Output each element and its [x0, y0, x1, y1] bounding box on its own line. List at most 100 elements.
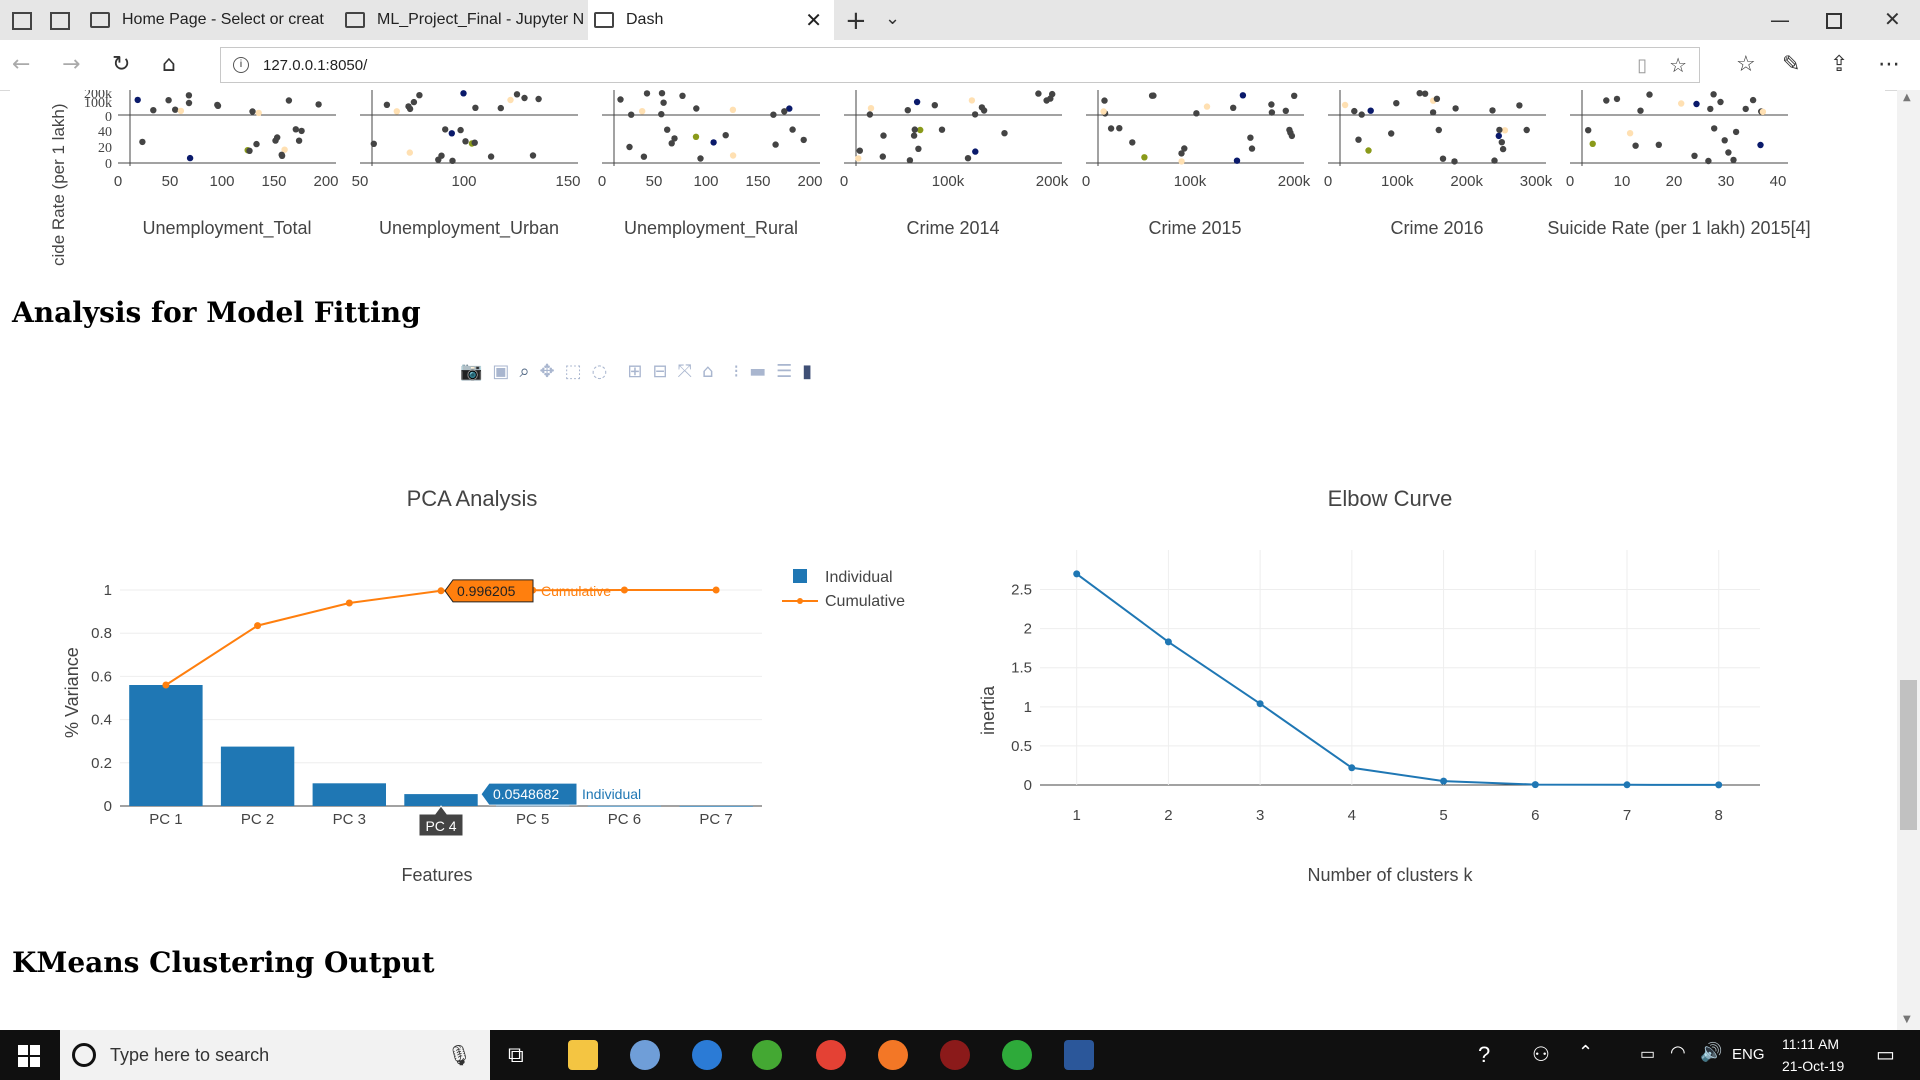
- restore-icon[interactable]: [1826, 13, 1842, 29]
- zoom-in-icon[interactable]: ⊞: [627, 361, 642, 382]
- elbow-point: [1073, 570, 1081, 578]
- camera-icon[interactable]: 📷: [460, 361, 482, 382]
- scatter-xtick: 40: [1770, 173, 1787, 190]
- scatter-xtick: 50: [352, 173, 369, 190]
- scatter-xtick: 100k: [1381, 173, 1414, 190]
- edge-icon[interactable]: [692, 1040, 722, 1070]
- scatter-point: [1711, 125, 1718, 132]
- elbow-line: [1076, 573, 1719, 786]
- scatter-point: [1193, 110, 1200, 117]
- more-icon[interactable]: ⋯: [1878, 52, 1900, 77]
- scatter-point: [1691, 152, 1698, 159]
- scatter-point: [1678, 100, 1685, 107]
- scatter-point: [1585, 127, 1592, 134]
- zoom-out-icon[interactable]: ⊟: [652, 361, 667, 382]
- spike-lines-icon[interactable]: ⁝: [733, 361, 739, 382]
- chevron-up-icon[interactable]: ⌃: [1578, 1042, 1593, 1063]
- scatter-point: [781, 108, 788, 115]
- legend-individual-swatch[interactable]: [793, 569, 807, 583]
- save-icon[interactable]: ▣: [492, 361, 509, 382]
- scatter-point: [462, 138, 469, 145]
- pca-bar: [312, 783, 386, 806]
- r-app-icon[interactable]: [630, 1040, 660, 1070]
- scatter-point: [729, 152, 737, 159]
- scatter-point: [1495, 132, 1503, 140]
- chrome-icon[interactable]: [816, 1040, 846, 1070]
- page-scrollbar[interactable]: ▲ ▼: [1897, 90, 1920, 1030]
- close-window-icon[interactable]: ✕: [1884, 7, 1901, 31]
- share-icon[interactable]: ⇪: [1830, 52, 1848, 77]
- reading-view-icon[interactable]: ▯: [1637, 55, 1647, 76]
- scatter-ytick: 0: [105, 157, 112, 172]
- chevron-down-icon[interactable]: ⌄: [885, 8, 900, 29]
- jupyter-icon[interactable]: [878, 1040, 908, 1070]
- favorites-icon[interactable]: ☆: [1736, 52, 1756, 77]
- scatter-xtick: 0: [840, 173, 848, 190]
- scatter-point: [1491, 157, 1498, 164]
- scrollbar-thumb[interactable]: [1900, 680, 1917, 830]
- word-icon[interactable]: [1064, 1040, 1094, 1070]
- zoom-icon[interactable]: ⌕: [519, 361, 529, 382]
- legend-individual-label[interactable]: Individual: [825, 569, 893, 586]
- lasso-icon[interactable]: ◌: [592, 361, 608, 382]
- notifications-icon[interactable]: ▭: [1876, 1042, 1895, 1067]
- scatter-point: [722, 132, 729, 139]
- tab-jupyter[interactable]: ML_Project_Final - Jupyter N: [345, 0, 585, 40]
- pan-icon[interactable]: ✥: [540, 361, 555, 382]
- scatter-point: [1282, 107, 1290, 114]
- clock-date[interactable]: 21-Oct-19: [1782, 1058, 1844, 1074]
- new-tab-icon[interactable]: +: [845, 6, 867, 36]
- scatter-point: [406, 149, 413, 156]
- pen-icon[interactable]: ✎: [1782, 52, 1800, 77]
- windows-start-icon[interactable]: [18, 1045, 40, 1067]
- hover-closest-icon[interactable]: ▬: [749, 361, 766, 382]
- people-icon[interactable]: ⚇: [1532, 1042, 1550, 1067]
- scatter-point: [460, 90, 467, 97]
- taskbar-search[interactable]: Type here to search 🎙: [60, 1030, 490, 1080]
- scatter-point: [972, 148, 979, 155]
- reset-axes-icon[interactable]: ⌂: [702, 361, 713, 382]
- elbow-ytick: 0: [1024, 777, 1032, 794]
- browser-tab-bar: Home Page - Select or creat ML_Project_F…: [0, 0, 1920, 40]
- back-icon[interactable]: ←: [12, 52, 30, 77]
- elbow-xtick: 3: [1256, 807, 1264, 824]
- scatter-xtick: 20: [1666, 173, 1683, 190]
- home-icon[interactable]: ⌂: [162, 52, 176, 77]
- hover-compare-icon[interactable]: ☰: [776, 361, 792, 382]
- pca-xlabel: Features: [401, 865, 472, 885]
- wifi-icon[interactable]: ◠: [1670, 1042, 1686, 1063]
- elbow-ytick: 2.5: [1011, 582, 1032, 599]
- tab-actions-icon[interactable]: [12, 12, 32, 30]
- plotly-logo-icon[interactable]: ▮: [802, 361, 812, 382]
- spinner-app-icon[interactable]: [1002, 1040, 1032, 1070]
- scroll-down-icon[interactable]: ▼: [1903, 1014, 1911, 1025]
- forward-icon[interactable]: →: [62, 52, 80, 77]
- anaconda-icon[interactable]: [752, 1040, 782, 1070]
- scatter-point: [915, 145, 922, 152]
- battery-icon[interactable]: ▭: [1640, 1044, 1655, 1064]
- clock-time[interactable]: 11:11 AM: [1782, 1036, 1839, 1052]
- tab-home-page[interactable]: Home Page - Select or creat: [90, 0, 330, 40]
- box-select-icon[interactable]: ⬚: [565, 361, 582, 382]
- scatter-point: [295, 137, 303, 144]
- legend-cumulative-label[interactable]: Cumulative: [825, 593, 905, 610]
- tab-dash[interactable]: Dash ✕: [588, 0, 834, 40]
- refresh-icon[interactable]: ↻: [112, 52, 130, 77]
- microphone-icon[interactable]: 🎙: [447, 1043, 472, 1068]
- task-view-icon[interactable]: ⧉: [508, 1042, 524, 1068]
- favorite-star-icon[interactable]: ☆: [1669, 53, 1687, 78]
- scatter-point: [383, 101, 391, 108]
- volume-icon[interactable]: 🔊: [1700, 1042, 1722, 1063]
- minimize-icon[interactable]: —: [1770, 8, 1790, 32]
- file-explorer-icon[interactable]: [568, 1040, 598, 1070]
- scatter-point: [1646, 91, 1653, 98]
- close-tab-icon[interactable]: ✕: [805, 8, 822, 33]
- autoscale-icon[interactable]: ⤧: [678, 361, 692, 382]
- scroll-up-icon[interactable]: ▲: [1903, 92, 1911, 103]
- back-tabs-icon[interactable]: [50, 12, 70, 30]
- spider-icon[interactable]: [940, 1040, 970, 1070]
- scatter-point: [1101, 97, 1108, 104]
- language-indicator[interactable]: ENG: [1732, 1046, 1765, 1063]
- help-icon[interactable]: ?: [1478, 1042, 1490, 1068]
- address-bar[interactable]: i 127.0.0.1:8050/ ▯ ☆: [220, 47, 1700, 83]
